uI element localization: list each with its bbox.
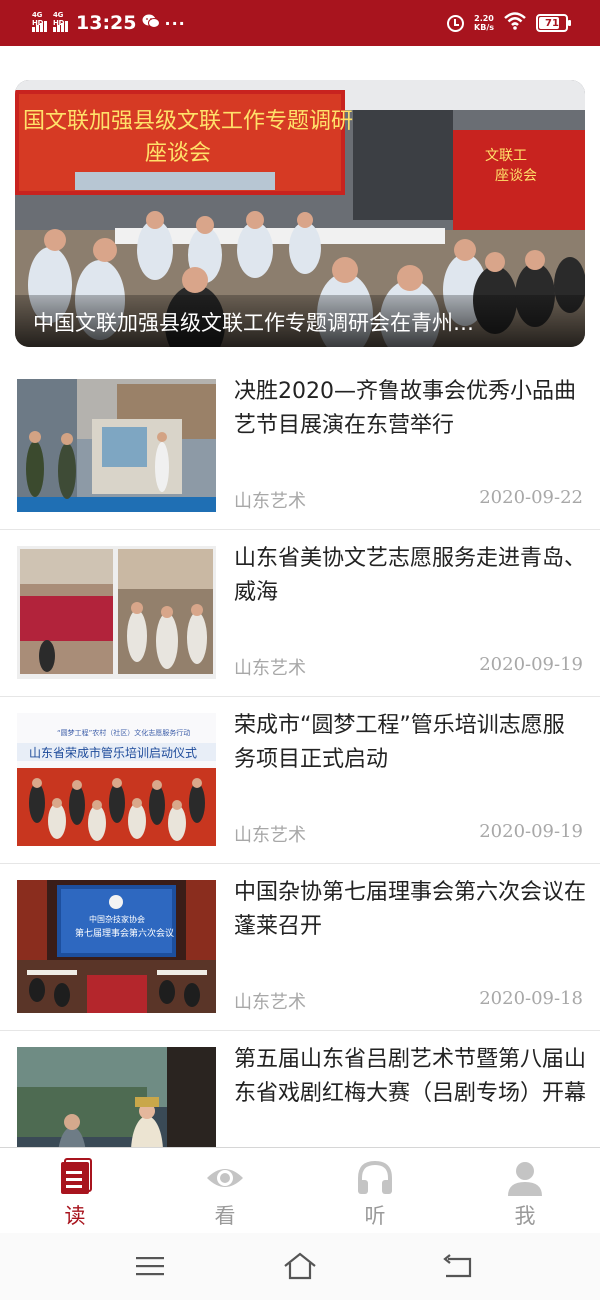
tab-listen[interactable]: 听: [300, 1148, 450, 1233]
news-item[interactable]: 第五届山东省吕剧艺术节暨第八届山东省戏剧红梅大赛（吕剧专场）开幕: [0, 1031, 600, 1147]
news-item[interactable]: 中国杂技家协会 第七届理事会第六次会议 中国杂协第七届理事会第六次会议在蓬莱召开…: [0, 864, 600, 1031]
news-date: 2020-09-18: [479, 988, 583, 1009]
network-speed-value: 2.20: [474, 14, 494, 23]
cellular-signal-icon: 4G HD: [53, 11, 68, 32]
news-thumbnail: “圆梦工程”农村（社区）文化志愿服务行动 山东省荣成市管乐培训启动仪式: [17, 713, 216, 846]
news-thumbnail: [17, 546, 216, 679]
news-title: 中国杂协第七届理事会第六次会议在蓬莱召开: [234, 880, 587, 939]
tab-watch[interactable]: 看: [150, 1148, 300, 1233]
hero-screen-subtitle: 座谈会: [145, 141, 211, 166]
cellular-signal-icon: 4G HD: [32, 11, 47, 32]
alarm-icon: [447, 14, 465, 32]
news-title: 山东省美协文艺志愿服务走进青岛、威海: [234, 546, 587, 605]
wechat-icon: [142, 13, 161, 33]
tab-label: 我: [514, 1204, 536, 1228]
news-title: 荣成市“圆梦工程”管乐培训志愿服务项目正式启动: [234, 713, 565, 772]
tab-label: 读: [64, 1204, 86, 1228]
hero-screen-subtitle-2: 座谈会: [495, 168, 537, 184]
book-icon: [61, 1158, 92, 1194]
user-icon: [508, 1162, 542, 1196]
thumb-screen-subtitle: 第七届理事会第六次会议: [75, 927, 174, 939]
news-item[interactable]: 决胜2020—齐鲁故事会优秀小品曲艺节目展演在东营举行 山东艺术 2020-09…: [0, 363, 600, 530]
news-date: 2020-09-19: [479, 821, 583, 842]
hero-banner[interactable]: 国文联加强县级文联工作专题调研 座谈会 文联工 座谈会 中国文联加强县级文联工作…: [15, 80, 585, 347]
network-speed-unit: KB/s: [474, 23, 494, 32]
news-source: 山东艺术: [234, 658, 306, 679]
clock: 13:25: [76, 12, 137, 34]
back-icon[interactable]: [440, 1249, 474, 1283]
tab-read[interactable]: 读: [0, 1148, 150, 1233]
status-bar: 4G HD 4G HD 13:25 ··· 2.20 KB/s 71: [0, 0, 600, 46]
news-item[interactable]: 山东省美协文艺志愿服务走进青岛、威海 山东艺术 2020-09-19: [0, 530, 600, 697]
news-thumbnail: 中国杂技家协会 第七届理事会第六次会议: [17, 880, 216, 1013]
news-title: 第五届山东省吕剧艺术节暨第八届山东省戏剧红梅大赛（吕剧专场）开幕: [234, 1047, 587, 1106]
headphones-icon: [358, 1160, 392, 1194]
hero-caption: 中国文联加强县级文联工作专题调研会在青州…: [15, 295, 585, 347]
news-list: 决胜2020—齐鲁故事会优秀小品曲艺节目展演在东营举行 山东艺术 2020-09…: [0, 363, 600, 1147]
news-source: 山东艺术: [234, 825, 306, 846]
home-icon[interactable]: [283, 1249, 317, 1283]
more-notifications-icon: ···: [164, 13, 186, 33]
thumb-banner-title: 山东省荣成市管乐培训启动仪式: [29, 745, 197, 760]
tab-label: 看: [214, 1204, 236, 1228]
news-date: 2020-09-19: [479, 654, 583, 675]
tab-me[interactable]: 我: [450, 1148, 600, 1233]
eye-icon: [207, 1169, 243, 1187]
network-speed: 2.20 KB/s: [474, 14, 494, 32]
news-source: 山东艺术: [234, 992, 306, 1013]
news-thumbnail: [17, 379, 216, 512]
wifi-icon: [504, 11, 526, 35]
system-nav-bar: [0, 1233, 600, 1300]
thumb-banner-top: “圆梦工程”农村（社区）文化志愿服务行动: [57, 728, 190, 737]
bottom-tab-bar: 读 看 听 我: [0, 1147, 600, 1233]
hero-screen-title: 国文联加强县级文联工作专题调研: [23, 109, 353, 134]
menu-icon[interactable]: [133, 1249, 167, 1283]
thumb-screen-title: 中国杂技家协会: [89, 914, 145, 924]
news-thumbnail: [17, 1047, 216, 1147]
news-source: 山东艺术: [234, 491, 306, 512]
battery-level: 71: [545, 17, 559, 29]
hero-screen-title-2: 文联工: [485, 148, 527, 164]
news-date: 2020-09-22: [479, 487, 583, 508]
network-type-label: 4G HD: [32, 11, 44, 27]
news-item[interactable]: “圆梦工程”农村（社区）文化志愿服务行动 山东省荣成市管乐培训启动仪式 荣成市“…: [0, 697, 600, 864]
tab-label: 听: [364, 1204, 386, 1228]
news-title: 决胜2020—齐鲁故事会优秀小品曲艺节目展演在东营举行: [234, 379, 576, 438]
network-type-label: 4G HD: [53, 11, 65, 27]
battery-icon: 71: [536, 14, 571, 32]
